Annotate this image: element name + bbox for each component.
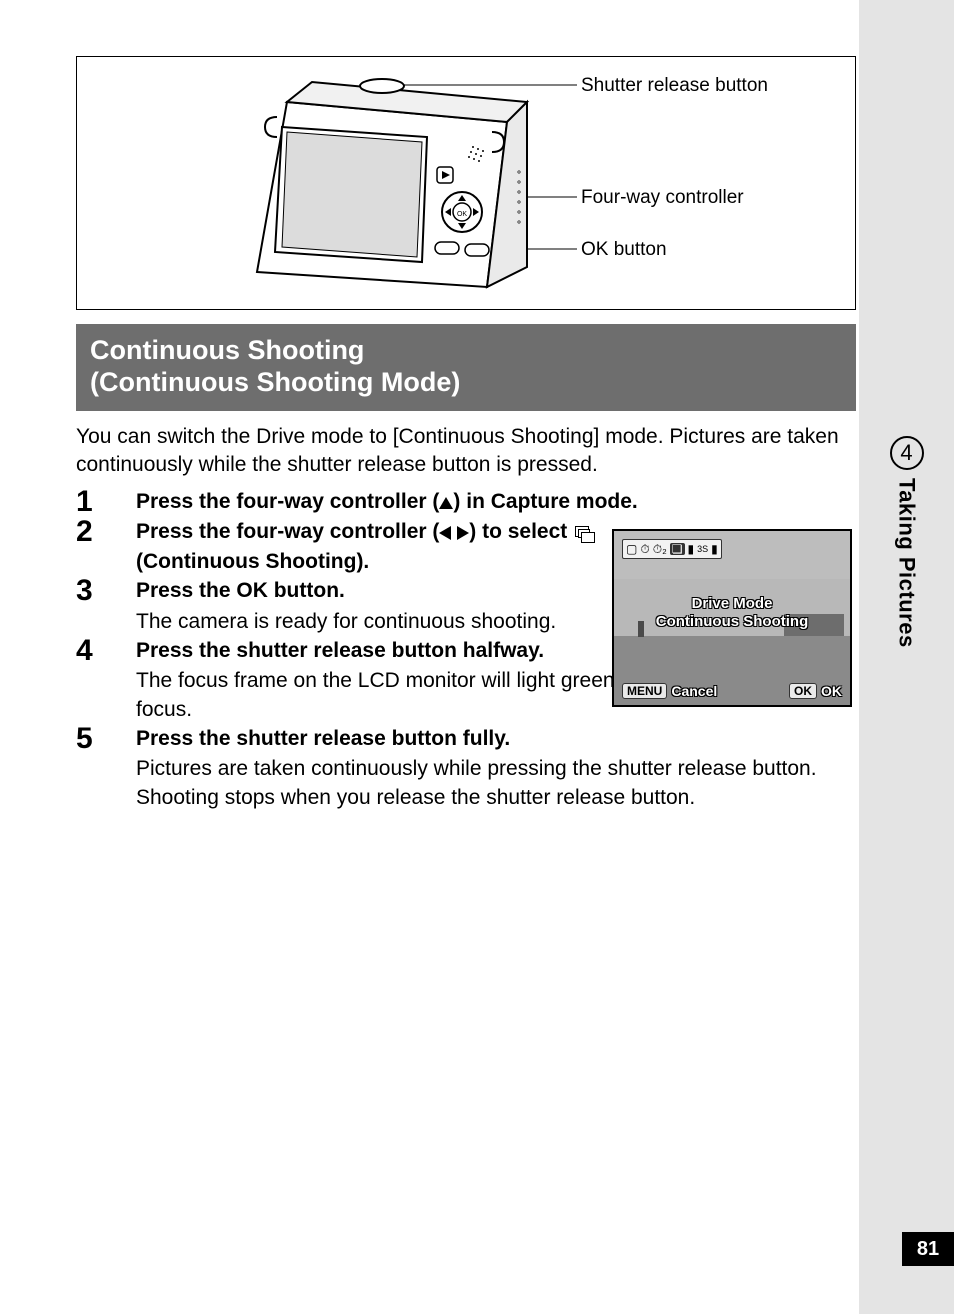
lcd-footer: MENU Cancel OK OK [622, 683, 842, 699]
step-number: 1 [76, 487, 136, 517]
menu-button-chip: MENU [622, 683, 667, 699]
continuous-shooting-icon [575, 526, 593, 540]
chapter-title: Taking Pictures [894, 478, 920, 648]
remote-delay-label: 3S [697, 545, 708, 554]
step-description: The camera is ready for continuous shoot… [136, 608, 596, 636]
page-content: OK Shutter r [0, 0, 859, 1314]
ok-button-chip: OK [789, 683, 817, 699]
menu-button-label: Cancel [671, 683, 717, 699]
section-title-line2: (Continuous Shooting Mode) [90, 366, 842, 398]
chapter-number-badge: 4 [890, 436, 924, 470]
lcd-preview: ▢ ⏱ ⏱₂ ❏ ▮ 3S ▮ Drive Mode Continuous Sh… [612, 529, 852, 707]
camera-diagram: OK Shutter r [76, 56, 856, 310]
drive-mode-bar: ▢ ⏱ ⏱₂ ❏ ▮ 3S ▮ [622, 539, 722, 559]
step-number: 2 [76, 517, 136, 547]
step-title-part-c: (Continuous Shooting). [136, 550, 369, 573]
self-timer-2s-icon: ⏱₂ [653, 543, 667, 555]
step-title-part-b: ) to select [469, 520, 573, 543]
continuous-shooting-icon: ❏ [670, 543, 685, 555]
self-timer-icon: ⏱ [640, 543, 649, 555]
step-title-part-b: ) in Capture mode. [453, 490, 637, 513]
step-title: Press the four-way controller ( ) to sel… [136, 517, 596, 576]
left-arrow-icon [439, 526, 451, 540]
intro-text: You can switch the Drive mode to [Contin… [76, 423, 856, 480]
section-title-line1: Continuous Shooting [90, 334, 842, 366]
svg-text:OK: OK [457, 211, 467, 218]
page-number: 81 [902, 1232, 954, 1266]
step-number: 3 [76, 576, 136, 606]
step-title: Press the four-way controller ( ) in Capt… [136, 487, 856, 516]
callout-ok: OK button [581, 239, 667, 261]
steps-list: 1 Press the four-way controller ( ) in Ca… [76, 487, 856, 812]
lcd-mode-heading: Drive Mode [614, 595, 850, 612]
section-heading: Continuous Shooting (Continuous Shooting… [76, 324, 856, 411]
step-1: 1 Press the four-way controller ( ) in Ca… [76, 487, 856, 517]
right-arrow-icon [457, 526, 469, 540]
step-title: Press the shutter release button fully. [136, 724, 856, 753]
up-arrow-icon [439, 497, 453, 509]
remote-icon: ▮ [688, 543, 695, 555]
step-5: 5 Press the shutter release button fully… [76, 724, 856, 812]
step-title-part-a: Press the four-way controller ( [136, 490, 439, 513]
step-title: Press the OK button. [136, 576, 596, 605]
step-title-part-a: Press the four-way controller ( [136, 520, 439, 543]
ok-button-label: OK [821, 683, 842, 699]
step-description: Pictures are taken continuously while pr… [136, 755, 856, 812]
single-frame-icon: ▢ [626, 543, 637, 555]
remote-immediate-icon: ▮ [711, 543, 718, 555]
callout-shutter: Shutter release button [581, 75, 768, 97]
side-tab: 4 Taking Pictures 81 [859, 0, 954, 1314]
step-number: 5 [76, 724, 136, 754]
callout-fourway: Four-way controller [581, 187, 744, 209]
step-number: 4 [76, 636, 136, 666]
lcd-mode-name: Continuous Shooting [614, 613, 850, 630]
